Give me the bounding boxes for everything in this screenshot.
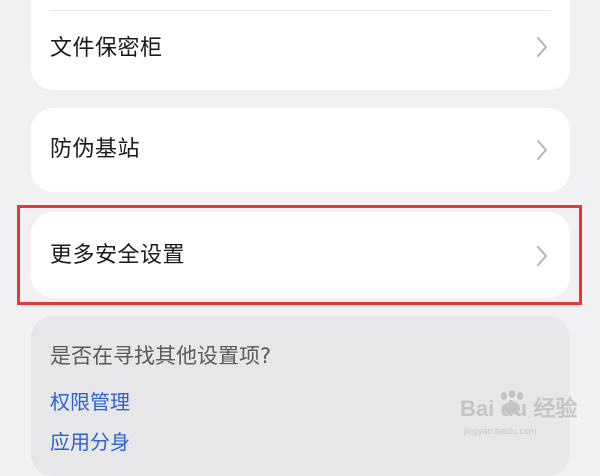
suggestions-title: 是否在寻找其他设置项? bbox=[50, 344, 272, 368]
more-security-settings-row[interactable]: 更多安全设置 bbox=[31, 212, 570, 298]
divider bbox=[50, 10, 551, 11]
watermark-sub-text: jingyan.baidu.com bbox=[463, 426, 537, 436]
chevron-right-icon bbox=[537, 140, 547, 160]
watermark-logo-text: Bai du 经验 bbox=[460, 396, 577, 421]
more-security-settings-label: 更多安全设置 bbox=[50, 243, 186, 268]
file-vault-card[interactable]: 文件保密柜 bbox=[31, 0, 570, 90]
baidu-jingyan-watermark: Bai du 经验 jingyan.baidu.com bbox=[460, 390, 577, 436]
chevron-right-icon bbox=[537, 37, 547, 57]
fake-base-station-row[interactable]: 防伪基站 bbox=[31, 108, 570, 192]
permission-management-link[interactable]: 权限管理 bbox=[50, 392, 130, 412]
file-vault-label: 文件保密柜 bbox=[50, 36, 163, 61]
chevron-right-icon bbox=[537, 246, 547, 266]
fake-base-station-label: 防伪基站 bbox=[50, 137, 141, 162]
app-twin-link[interactable]: 应用分身 bbox=[50, 432, 130, 452]
